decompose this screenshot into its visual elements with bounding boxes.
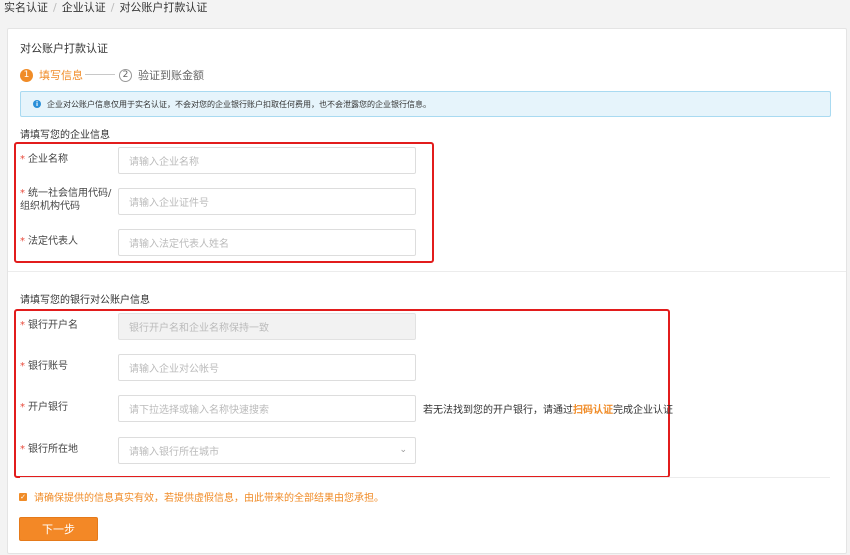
step-number: 2 [119,68,132,82]
auth-card: 对公账户打款认证 1 填写信息 2 验证到账金额 i 企业对公账户信息仅用于实名… [7,28,847,554]
credit-code-label: * 统一社会信用代码/组织机构代码 [20,188,112,212]
agreement-row: ✓ 请确保提供的信息真实有效，若提供虚假信息，由此带来的全部结果由您承担。 [19,489,384,504]
company-name-label: * 企业名称 [20,154,68,165]
breadcrumb-separator: / [53,1,57,14]
agreement-checkbox[interactable]: ✓ [19,492,27,501]
breadcrumb-item-enterprise[interactable]: 企业认证 [62,1,106,14]
page-title: 对公账户打款认证 [20,42,108,55]
info-notice: i 企业对公账户信息仅用于实名认证，不会对您的企业银行账户扣取任何费用，也不会泄… [20,91,831,117]
legal-rep-input[interactable]: 请输入法定代表人姓名 [118,229,416,256]
breadcrumb-item-realname[interactable]: 实名认证 [4,1,48,14]
step-fill-info: 1 填写信息 [20,67,83,83]
step-connector [85,74,115,75]
account-number-input[interactable]: 请输入企业对公帐号 [118,354,416,381]
step-label: 验证到账金额 [138,69,204,82]
company-section-title: 请填写您的企业信息 [20,130,110,141]
breadcrumb-separator: / [110,1,115,14]
bank-section-title: 请填写您的银行对公账户信息 [20,295,150,306]
bank-location-label: * 银行所在地 [20,444,78,455]
breadcrumb-item-current: 对公账户打款认证 [119,1,208,14]
account-number-label: * 银行账号 [20,361,68,372]
next-button[interactable]: 下一步 [19,517,98,541]
company-name-input[interactable]: 请输入企业名称 [118,147,416,174]
credit-code-input[interactable]: 请输入企业证件号 [118,188,416,215]
breadcrumb: 实名认证 / 企业认证 / 对公账户打款认证 [4,0,207,18]
section-divider [8,271,846,272]
scan-auth-link[interactable]: 扫码认证 [573,405,613,416]
bank-name-label: * 开户银行 [20,402,68,413]
step-verify-amount: 2 验证到账金额 [119,67,204,83]
bank-not-found-hint: 若无法找到您的开户银行，请通过扫码认证完成企业认证 [423,405,673,416]
legal-rep-label: * 法定代表人 [20,236,78,247]
agreement-text: 请确保提供的信息真实有效，若提供虚假信息，由此带来的全部结果由您承担。 [34,493,384,504]
step-number: 1 [20,68,33,82]
account-name-label: * 银行开户名 [20,320,78,331]
step-label: 填写信息 [39,69,83,82]
bank-location-select[interactable]: 请输入银行所在城市 ⌄ [118,437,416,464]
info-icon: i [33,100,41,108]
section-divider [20,477,830,478]
notice-text: 企业对公账户信息仅用于实名认证，不会对您的企业银行账户扣取任何费用，也不会泄露您… [47,99,431,109]
account-name-input: 银行开户名和企业名称保持一致 [118,313,416,340]
bank-name-input[interactable]: 请下拉选择或输入名称快速搜索 [118,395,416,422]
chevron-down-icon: ⌄ [399,445,407,455]
